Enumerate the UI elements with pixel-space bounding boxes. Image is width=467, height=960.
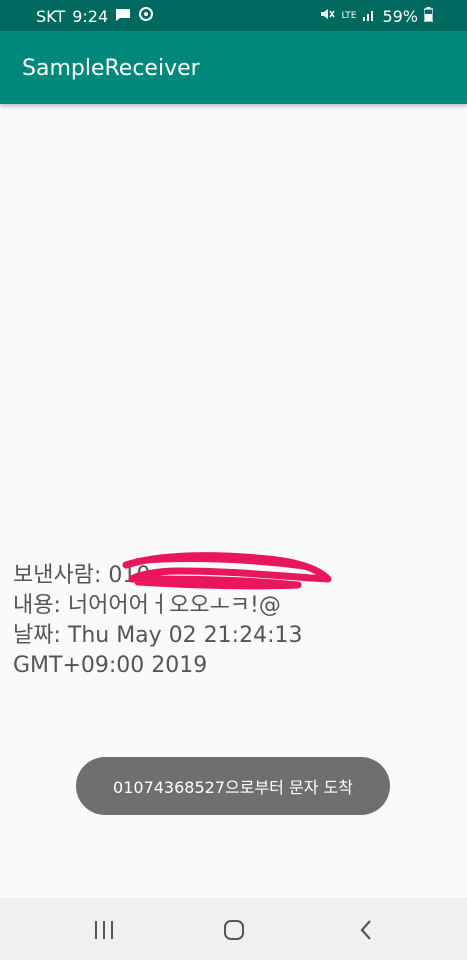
status-right: LTE 59% bbox=[319, 6, 434, 26]
toast-text: 01074368527으로부터 문자 도착 bbox=[113, 778, 353, 797]
signal-icon bbox=[362, 7, 376, 26]
home-icon[interactable] bbox=[222, 918, 246, 942]
clock-label: 9:24 bbox=[72, 6, 109, 26]
app-title: SampleReceiver bbox=[22, 56, 200, 81]
back-icon[interactable] bbox=[354, 918, 378, 942]
message-icon bbox=[115, 7, 131, 26]
toast-message: 01074368527으로부터 문자 도착 bbox=[76, 757, 390, 815]
app-bar: SampleReceiver bbox=[0, 31, 467, 104]
sync-icon bbox=[138, 6, 154, 26]
battery-icon bbox=[423, 6, 434, 26]
mute-icon bbox=[319, 6, 336, 26]
content-line: 내용: 너어어어ㅓ오오ㅗㅋ!@ bbox=[13, 593, 281, 618]
date-line-2: GMT+09:00 2019 bbox=[13, 653, 208, 678]
recents-icon[interactable] bbox=[92, 918, 116, 942]
date-line-1: 날짜: Thu May 02 21:24:13 bbox=[13, 623, 303, 648]
battery-label: 59% bbox=[382, 6, 418, 26]
status-bar: SKT 9:24 LTE 59% bbox=[0, 0, 467, 31]
lte-icon: LTE bbox=[341, 11, 357, 21]
navigation-bar bbox=[0, 898, 467, 960]
redaction-scribble bbox=[118, 549, 333, 595]
carrier-label: SKT bbox=[36, 6, 66, 26]
status-left: SKT 9:24 bbox=[36, 6, 154, 26]
